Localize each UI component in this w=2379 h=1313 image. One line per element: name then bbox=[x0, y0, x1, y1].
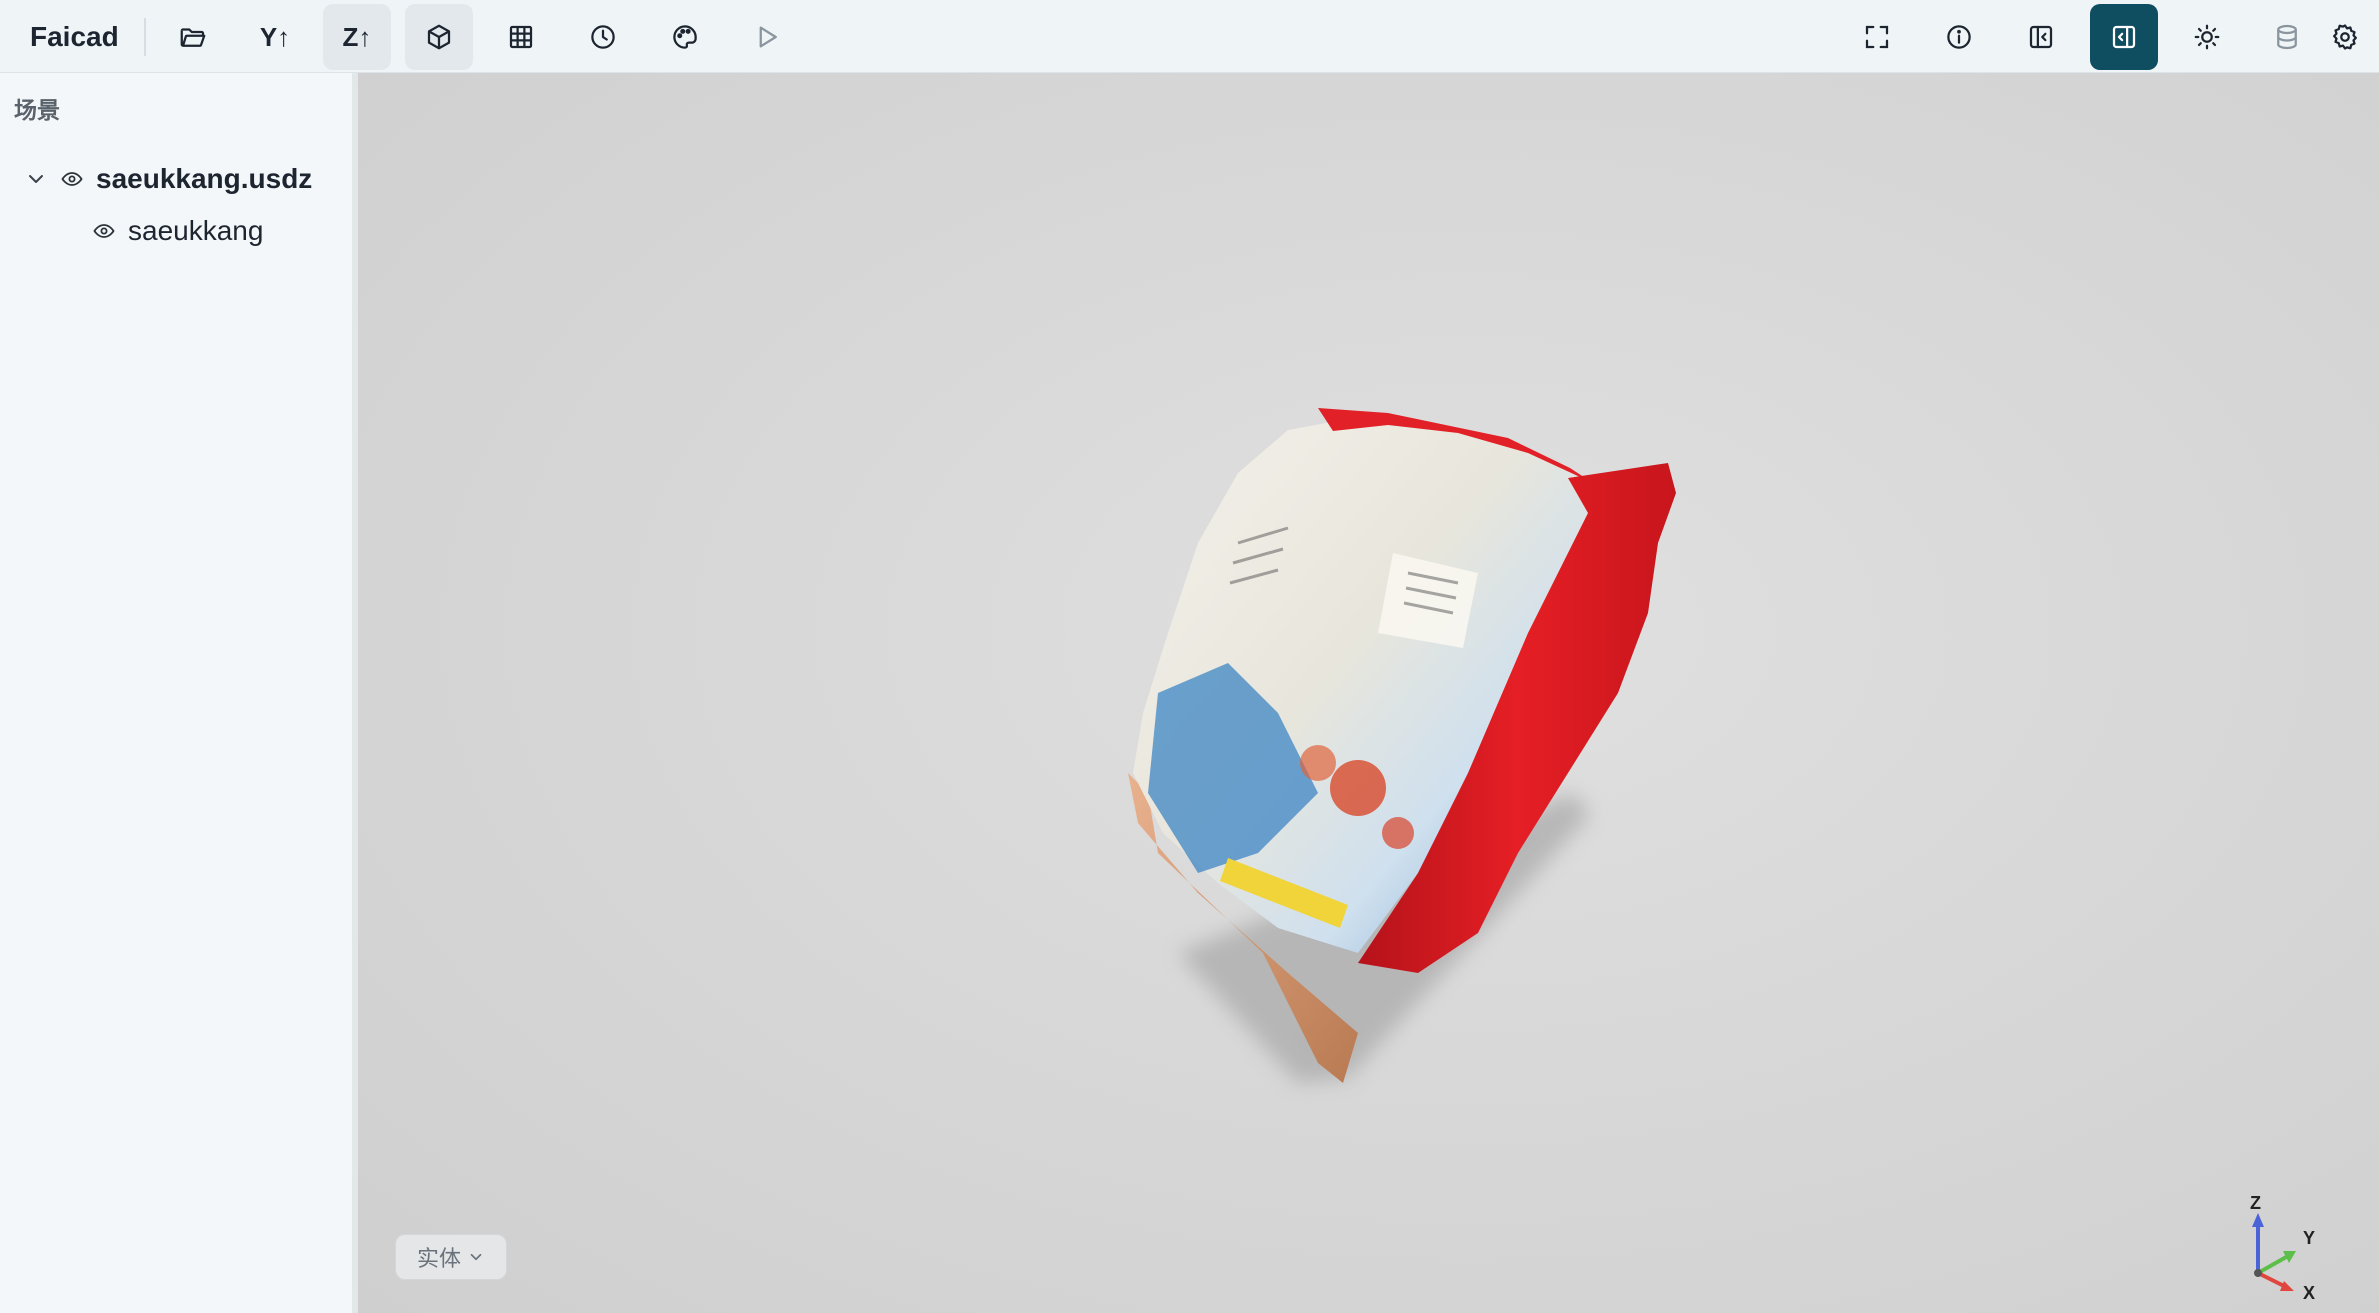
folder-open-icon bbox=[180, 28, 206, 47]
render-mode-select[interactable]: 实体 bbox=[395, 1234, 507, 1280]
sun-icon bbox=[2194, 24, 2220, 50]
view-cube-button[interactable] bbox=[405, 4, 473, 70]
play-icon bbox=[759, 26, 777, 48]
eye-icon[interactable] bbox=[60, 167, 84, 191]
axis-gizmo-lines bbox=[2252, 1213, 2296, 1291]
toggle-left-panel-button[interactable] bbox=[2007, 4, 2075, 70]
z-up-button[interactable]: Z↑ bbox=[323, 4, 391, 70]
bag-print-detail bbox=[1382, 817, 1414, 849]
scene-panel-title: 场景 bbox=[14, 97, 60, 123]
axis-label-y: Y bbox=[2303, 1228, 2316, 1248]
storage-button[interactable] bbox=[2253, 4, 2321, 70]
axis-label-z: Z bbox=[2250, 1193, 2261, 1213]
toolbar-divider bbox=[144, 18, 146, 56]
scene-panel: 场景 saeukkang.usdz saeukkang bbox=[0, 73, 358, 1313]
open-file-button[interactable] bbox=[159, 4, 227, 70]
fullscreen-button[interactable] bbox=[1843, 4, 1911, 70]
panel-right-icon bbox=[2112, 25, 2136, 49]
cube-icon bbox=[427, 24, 451, 50]
tree-item-child[interactable]: saeukkang bbox=[92, 209, 263, 253]
render-mode-value: 实体 bbox=[416, 1246, 461, 1271]
play-button[interactable] bbox=[733, 4, 801, 70]
top-toolbar: Faicad Y↑ Z↑ bbox=[0, 0, 2379, 73]
panel-left-icon bbox=[2029, 25, 2053, 49]
palette-icon bbox=[673, 25, 697, 49]
y-up-button[interactable]: Y↑ bbox=[241, 4, 309, 70]
fullscreen-icon bbox=[1865, 25, 1889, 49]
grid-button[interactable] bbox=[487, 4, 555, 70]
bag-print-detail bbox=[1300, 745, 1336, 781]
gear-icon bbox=[2333, 24, 2357, 50]
3d-model-render bbox=[1128, 408, 1676, 1083]
clock-icon bbox=[591, 25, 615, 49]
bag-print-detail bbox=[1330, 760, 1386, 816]
toggle-right-panel-button[interactable] bbox=[2090, 4, 2158, 70]
grid-table-icon bbox=[509, 25, 533, 49]
material-button[interactable] bbox=[651, 4, 719, 70]
tree-item-label: saeukkang.usdz bbox=[96, 163, 313, 194]
app-title: Faicad bbox=[30, 21, 119, 52]
y-up-label: Y↑ bbox=[259, 21, 291, 52]
info-button[interactable] bbox=[1925, 4, 1993, 70]
settings-button[interactable] bbox=[2315, 4, 2375, 70]
axis-label-x: X bbox=[2303, 1283, 2316, 1303]
info-icon bbox=[1947, 25, 1971, 49]
chevron-down-icon[interactable] bbox=[24, 167, 48, 191]
history-button[interactable] bbox=[569, 4, 637, 70]
eye-icon[interactable] bbox=[92, 219, 116, 243]
3d-viewport[interactable]: 实体 Z Y X bbox=[358, 73, 2379, 1313]
database-icon bbox=[2277, 24, 2297, 50]
z-up-label: Z↑ bbox=[342, 21, 372, 52]
axis-gizmo: Z Y X bbox=[2228, 1113, 2338, 1303]
theme-toggle-button[interactable] bbox=[2173, 4, 2241, 70]
chevron-down-icon bbox=[470, 1253, 482, 1261]
tree-item-root[interactable]: saeukkang.usdz bbox=[24, 157, 312, 201]
tree-item-label: saeukkang bbox=[128, 215, 264, 246]
